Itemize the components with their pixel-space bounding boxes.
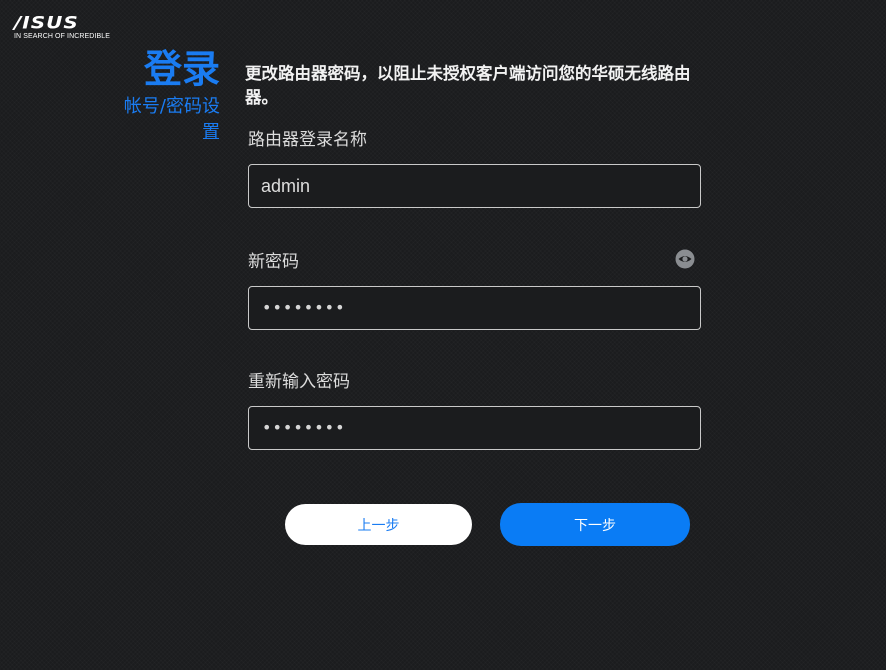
login-name-input[interactable] [249,165,700,207]
page-subtitle: 帐号/密码设置 [123,96,220,143]
logo-wordmark: /ISUS [14,12,79,33]
confirm-password-input[interactable]: •••••••• [262,407,346,449]
page-title: 登录 [143,47,220,91]
eye-icon[interactable] [675,249,695,269]
instruction-heading: 更改路由器密码，以阻止未授权客户端访问您的华硕无线路由器。 [245,64,691,107]
confirm-password-field-box[interactable]: •••••••• [248,406,701,450]
new-password-label: 新密码 [248,252,299,272]
confirm-password-label: 重新输入密码 [248,372,350,392]
eye-icon-graphic [675,249,695,269]
page-title-block: 登录 帐号/密码设置 [120,44,220,146]
next-button[interactable]: 下一步 [500,503,690,546]
new-password-input[interactable]: •••••••• [262,287,346,329]
new-password-field-box[interactable]: •••••••• [248,286,701,330]
previous-button[interactable]: 上一步 [285,504,472,545]
login-name-label: 路由器登录名称 [248,130,367,150]
asus-logo: /ISUS IN SEARCH OF INCREDIBLE [14,12,111,41]
login-name-field-box [248,164,701,208]
logo-tagline: IN SEARCH OF INCREDIBLE [14,33,111,40]
